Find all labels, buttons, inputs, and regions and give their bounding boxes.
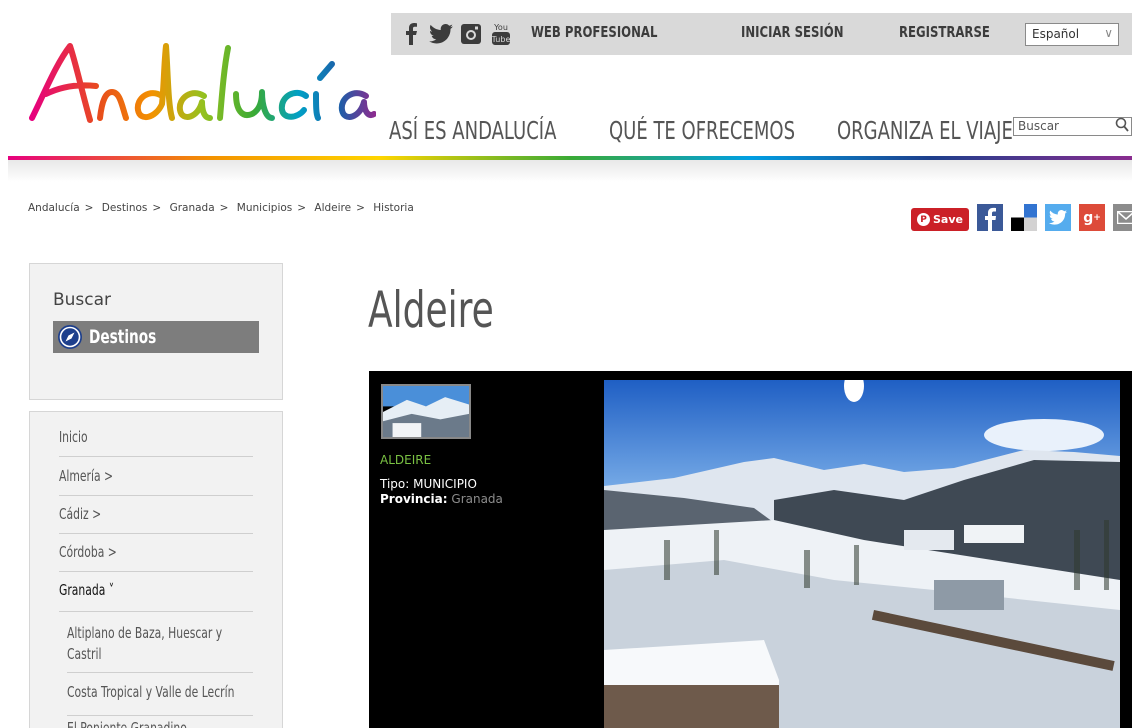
destinos-label: Destinos xyxy=(89,326,157,348)
search-input[interactable]: Buscar xyxy=(1013,117,1132,136)
nav-que-te-ofrecemos[interactable]: QUÉ TE OFRECEMOS xyxy=(609,116,795,145)
email-icon[interactable] xyxy=(1113,204,1132,231)
sidebar-subitem-costa-tropical[interactable]: Costa Tropical y Valle de Lecrín xyxy=(67,682,253,716)
top-utility-bar: You Tube WEB PROFESIONAL INICIAR SESIÓN R… xyxy=(391,13,1132,55)
language-value: Español xyxy=(1032,27,1080,41)
sidebar-menu: Inicio Almería > Cádiz > Córdoba > Grana… xyxy=(29,411,283,728)
google-plus-icon[interactable]: g + xyxy=(1079,204,1105,231)
svg-text:You: You xyxy=(493,23,508,32)
twitter-icon[interactable] xyxy=(1045,204,1071,231)
municipality-province: Provincia: Granada xyxy=(380,492,503,506)
nav-organiza-el-viaje[interactable]: ORGANIZA EL VIAJE xyxy=(837,116,1013,145)
facebook-icon[interactable] xyxy=(977,204,1003,231)
sidebar-item-inicio[interactable]: Inicio xyxy=(59,428,253,457)
compass-icon xyxy=(58,325,82,349)
sidebar-item-almeria[interactable]: Almería > xyxy=(59,467,253,496)
sidebar-search-panel: Buscar Destinos xyxy=(29,263,283,400)
twitter-icon[interactable] xyxy=(429,21,453,47)
web-profesional-link[interactable]: WEB PROFESIONAL xyxy=(531,23,657,41)
pinterest-icon: P xyxy=(917,213,930,226)
youtube-icon[interactable]: You Tube xyxy=(489,21,513,47)
search-placeholder: Buscar xyxy=(1018,119,1059,133)
breadcrumb-item-current: Historia xyxy=(373,202,414,214)
breadcrumb-item[interactable]: Andalucía xyxy=(28,202,80,214)
breadcrumb-item[interactable]: Granada xyxy=(170,202,215,214)
page-title: Aldeire xyxy=(368,281,494,339)
social-icons: You Tube xyxy=(399,21,513,47)
andalucia-logo[interactable] xyxy=(26,34,377,130)
registrarse-link[interactable]: REGISTRARSE xyxy=(899,23,990,41)
main-photo[interactable] xyxy=(604,380,1120,728)
language-select[interactable]: Español ∨ xyxy=(1025,23,1119,46)
instagram-icon[interactable] xyxy=(459,21,483,47)
sidebar-subitem-altiplano[interactable]: Altiplano de Baza, Huescar y Castril xyxy=(67,623,253,673)
breadcrumb-item[interactable]: Municipios xyxy=(237,202,292,214)
municipality-name: ALDEIRE xyxy=(380,453,432,467)
photo-gallery: ALDEIRE Tipo: MUNICIPIO Provincia: Grana… xyxy=(369,371,1132,728)
share-bar: P Save g + xyxy=(911,196,1132,231)
delicious-icon[interactable] xyxy=(1011,204,1037,231)
search-icon[interactable] xyxy=(1115,117,1129,133)
nav-asi-es-andalucia[interactable]: ASÍ ES ANDALUCÍA xyxy=(389,116,556,145)
chevron-down-icon: ∨ xyxy=(1104,26,1113,40)
sidebar-item-cadiz[interactable]: Cádiz > xyxy=(59,505,253,534)
gallery-thumbnail[interactable] xyxy=(381,384,471,439)
sidebar-item-granada[interactable]: Granada ˅ xyxy=(59,581,253,612)
sidebar-item-cordoba[interactable]: Córdoba > xyxy=(59,543,253,572)
breadcrumb: Andalucía > Destinos > Granada > Municipios… xyxy=(28,202,414,214)
facebook-icon[interactable] xyxy=(399,21,423,47)
pinterest-save-button[interactable]: P Save xyxy=(911,208,969,231)
municipality-type: Tipo: MUNICIPIO xyxy=(380,477,477,491)
sidebar-search-title: Buscar xyxy=(53,290,112,310)
iniciar-sesion-link[interactable]: INICIAR SESIÓN xyxy=(741,23,844,41)
header-shadow xyxy=(8,160,1132,182)
breadcrumb-item[interactable]: Aldeire xyxy=(314,202,351,214)
breadcrumb-item[interactable]: Destinos xyxy=(102,202,148,214)
destinos-button[interactable]: Destinos xyxy=(53,321,259,353)
svg-text:Tube: Tube xyxy=(491,35,511,44)
save-label: Save xyxy=(933,213,963,226)
sidebar-subitem-poniente[interactable]: El Poniente Granadino xyxy=(67,718,253,728)
